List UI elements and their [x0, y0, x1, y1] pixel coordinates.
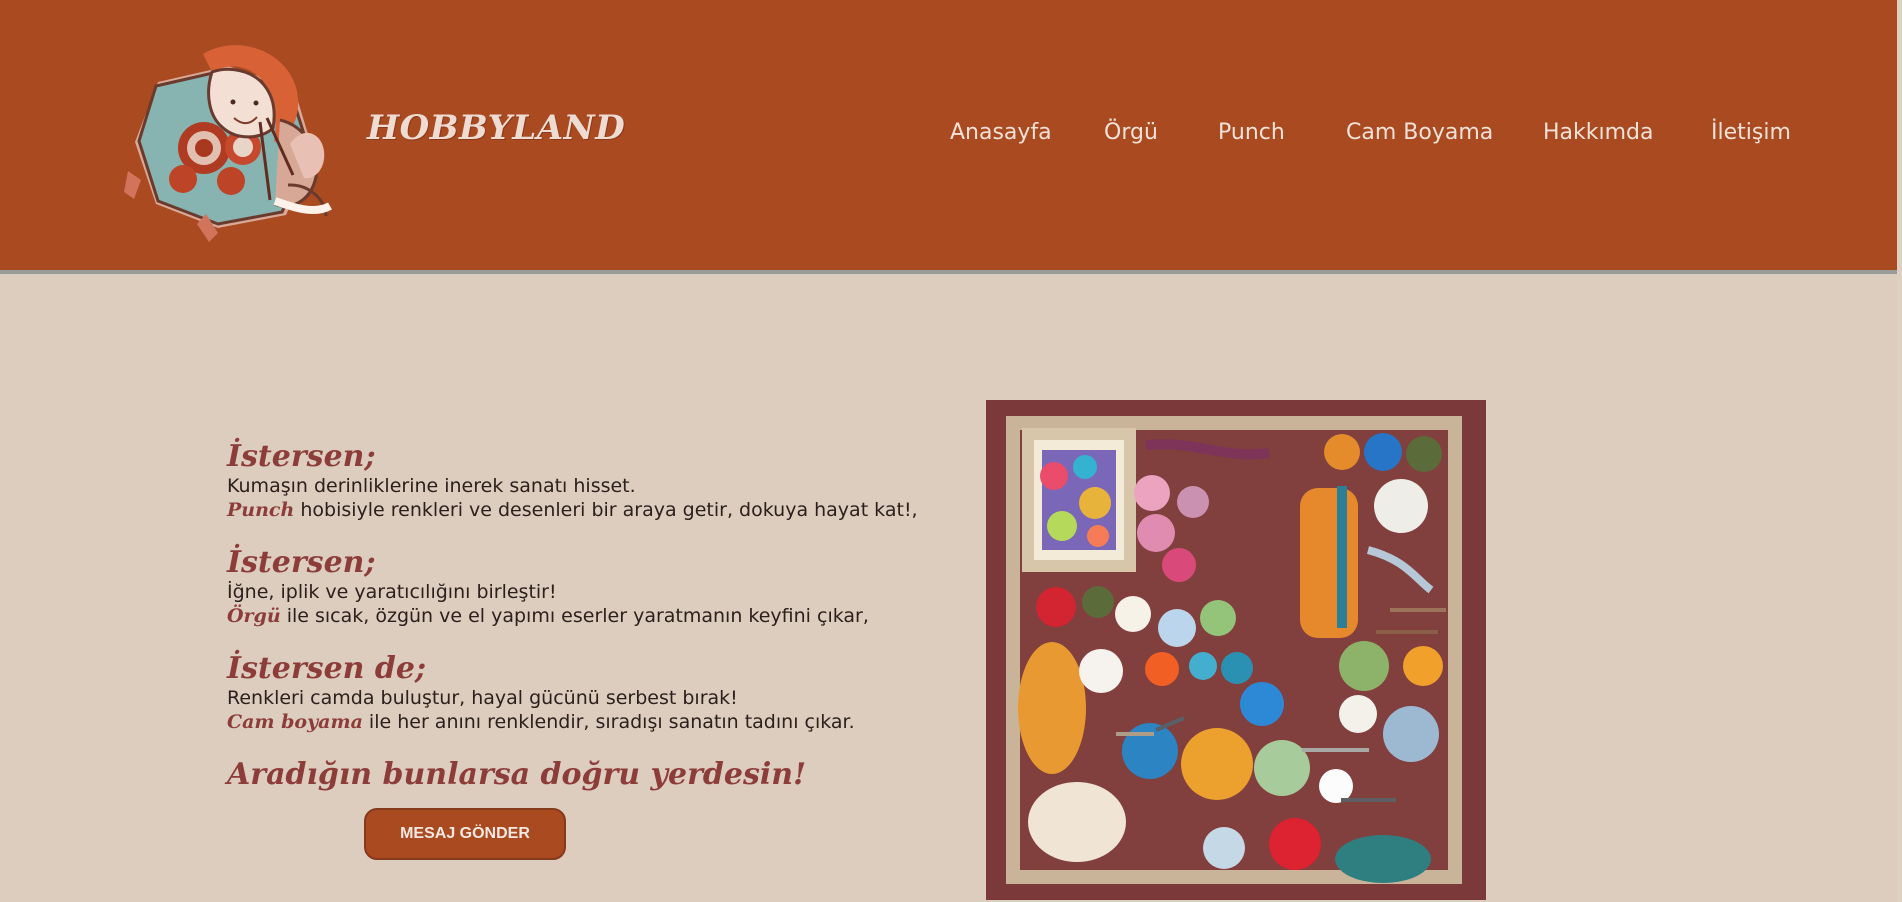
nav-item-hakkimda[interactable]: Hakkımda: [1543, 120, 1654, 145]
section-heading: İstersen de;: [227, 651, 427, 686]
highlight-text: Punch: [227, 499, 295, 521]
nav-item-iletisim[interactable]: İletişim: [1711, 120, 1791, 145]
hero-section-punch: İstersen; Kumaşın derinliklerine inerek …: [227, 440, 987, 522]
nav-item-orgu[interactable]: Örgü: [1104, 120, 1158, 145]
section-heading: İstersen;: [227, 545, 376, 580]
nav-item-cam-boyama[interactable]: Cam Boyama: [1346, 120, 1493, 145]
hero-section-orgu: İstersen; İğne, iplik ve yaratıcılığını …: [227, 546, 987, 628]
main-navigation: Anasayfa Örgü Punch Cam Boyama Hakkımda …: [0, 120, 1902, 154]
hero-section-cam-boyama: İstersen de; Renkleri camda buluştur, ha…: [227, 652, 987, 734]
site-header: HOBBYLAND Anasayfa Örgü Punch Cam Boyama…: [0, 0, 1897, 274]
right-page-edge: [1897, 0, 1902, 902]
send-message-button[interactable]: MESAJ GÖNDER: [364, 808, 566, 860]
nav-item-punch[interactable]: Punch: [1218, 120, 1285, 145]
section-line: Örgü ile sıcak, özgün ve el yapımı eserl…: [227, 604, 987, 628]
highlight-text: Cam boyama: [227, 711, 363, 733]
section-line: Punch hobisiyle renkleri ve desenleri bi…: [227, 498, 987, 522]
section-line: İğne, iplik ve yaratıcılığını birleştir!: [227, 581, 557, 603]
section-line-rest: ile sıcak, özgün ve el yapımı eserler ya…: [280, 605, 869, 627]
section-line: Cam boyama ile her anını renklendir, sır…: [227, 710, 987, 734]
hero-copy: İstersen; Kumaşın derinliklerine inerek …: [227, 440, 987, 792]
section-line-rest: ile her anını renklendir, sıradışı sanat…: [362, 711, 855, 733]
section-line-rest: hobisiyle renkleri ve desenleri bir aray…: [294, 499, 918, 521]
yarn-and-craft-tools-icon: [986, 400, 1486, 900]
section-line: Renkleri camda buluştur, hayal gücünü se…: [227, 687, 738, 709]
page: { "site": { "brand": "HOBBYLAND" }, "nav…: [0, 0, 1902, 902]
section-line: Kumaşın derinliklerine inerek sanatı his…: [227, 475, 636, 497]
section-heading: İstersen;: [227, 439, 376, 474]
nav-item-anasayfa[interactable]: Anasayfa: [950, 120, 1052, 145]
closing-tagline: Aradığın bunlarsa doğru yerdesin!: [227, 757, 807, 792]
highlight-text: Örgü: [227, 605, 281, 627]
